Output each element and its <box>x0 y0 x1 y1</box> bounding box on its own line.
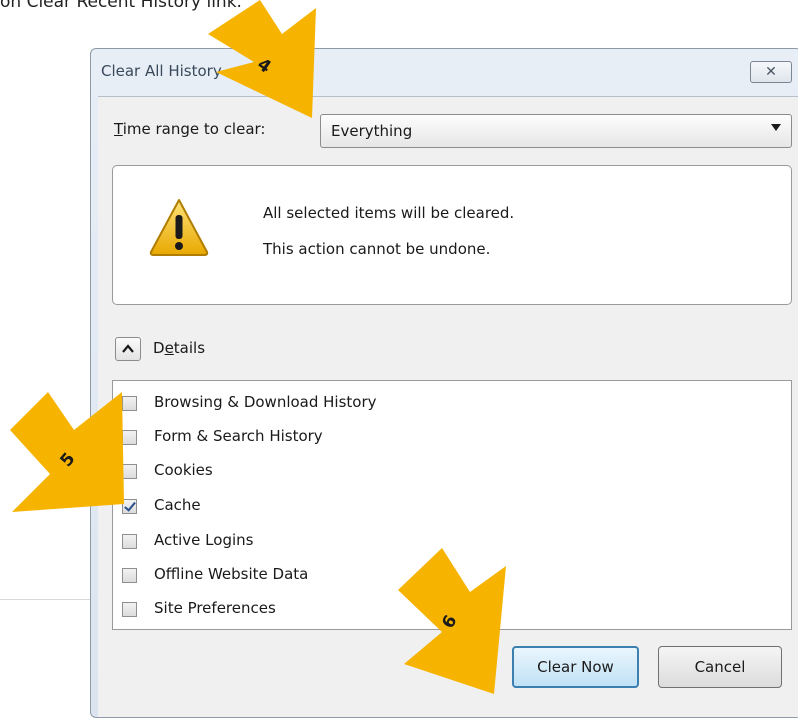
warning-line-2: This action cannot be undone. <box>263 240 491 258</box>
callout-arrow-icon <box>10 392 124 512</box>
list-item-label: Cache <box>154 496 201 514</box>
checkbox[interactable] <box>122 534 137 549</box>
warning-icon <box>149 199 209 256</box>
chevron-down-icon <box>771 124 781 131</box>
details-label-start: D <box>153 339 165 357</box>
dialog-title: Clear All History <box>101 62 222 80</box>
list-item-label: Offline Website Data <box>154 565 309 583</box>
warning-line-1: All selected items will be cleared. <box>263 204 515 222</box>
time-range-label-text: ime range to clear: <box>122 120 266 138</box>
intro-text: on Clear Recent History link. <box>0 0 242 12</box>
list-item-label: Site Preferences <box>154 599 276 617</box>
details-label-end: tails <box>173 339 206 357</box>
chevron-up-icon <box>122 344 134 353</box>
clear-now-button[interactable]: Clear Now <box>512 646 639 688</box>
list-item-label: Form & Search History <box>154 427 323 445</box>
checkbox[interactable] <box>122 568 137 583</box>
checkbox[interactable] <box>122 602 137 617</box>
page-divider <box>0 599 90 600</box>
time-range-accel: T <box>114 120 123 138</box>
details-accel: e <box>164 339 174 357</box>
cancel-button[interactable]: Cancel <box>658 646 782 688</box>
time-range-label: Time range to clear: <box>114 120 265 138</box>
details-toggle-button[interactable] <box>115 337 141 361</box>
time-range-value: Everything <box>331 122 413 140</box>
close-icon: ✕ <box>765 64 777 80</box>
details-label: Details <box>153 339 205 357</box>
list-item-label: Active Logins <box>154 531 254 549</box>
callout-arrow-5 <box>10 392 130 514</box>
warning-panel <box>112 165 792 305</box>
list-item-label: Browsing & Download History <box>154 393 377 411</box>
list-item-label: Cookies <box>154 461 213 479</box>
time-range-select[interactable]: Everything <box>320 114 792 148</box>
close-button[interactable]: ✕ <box>750 61 792 83</box>
